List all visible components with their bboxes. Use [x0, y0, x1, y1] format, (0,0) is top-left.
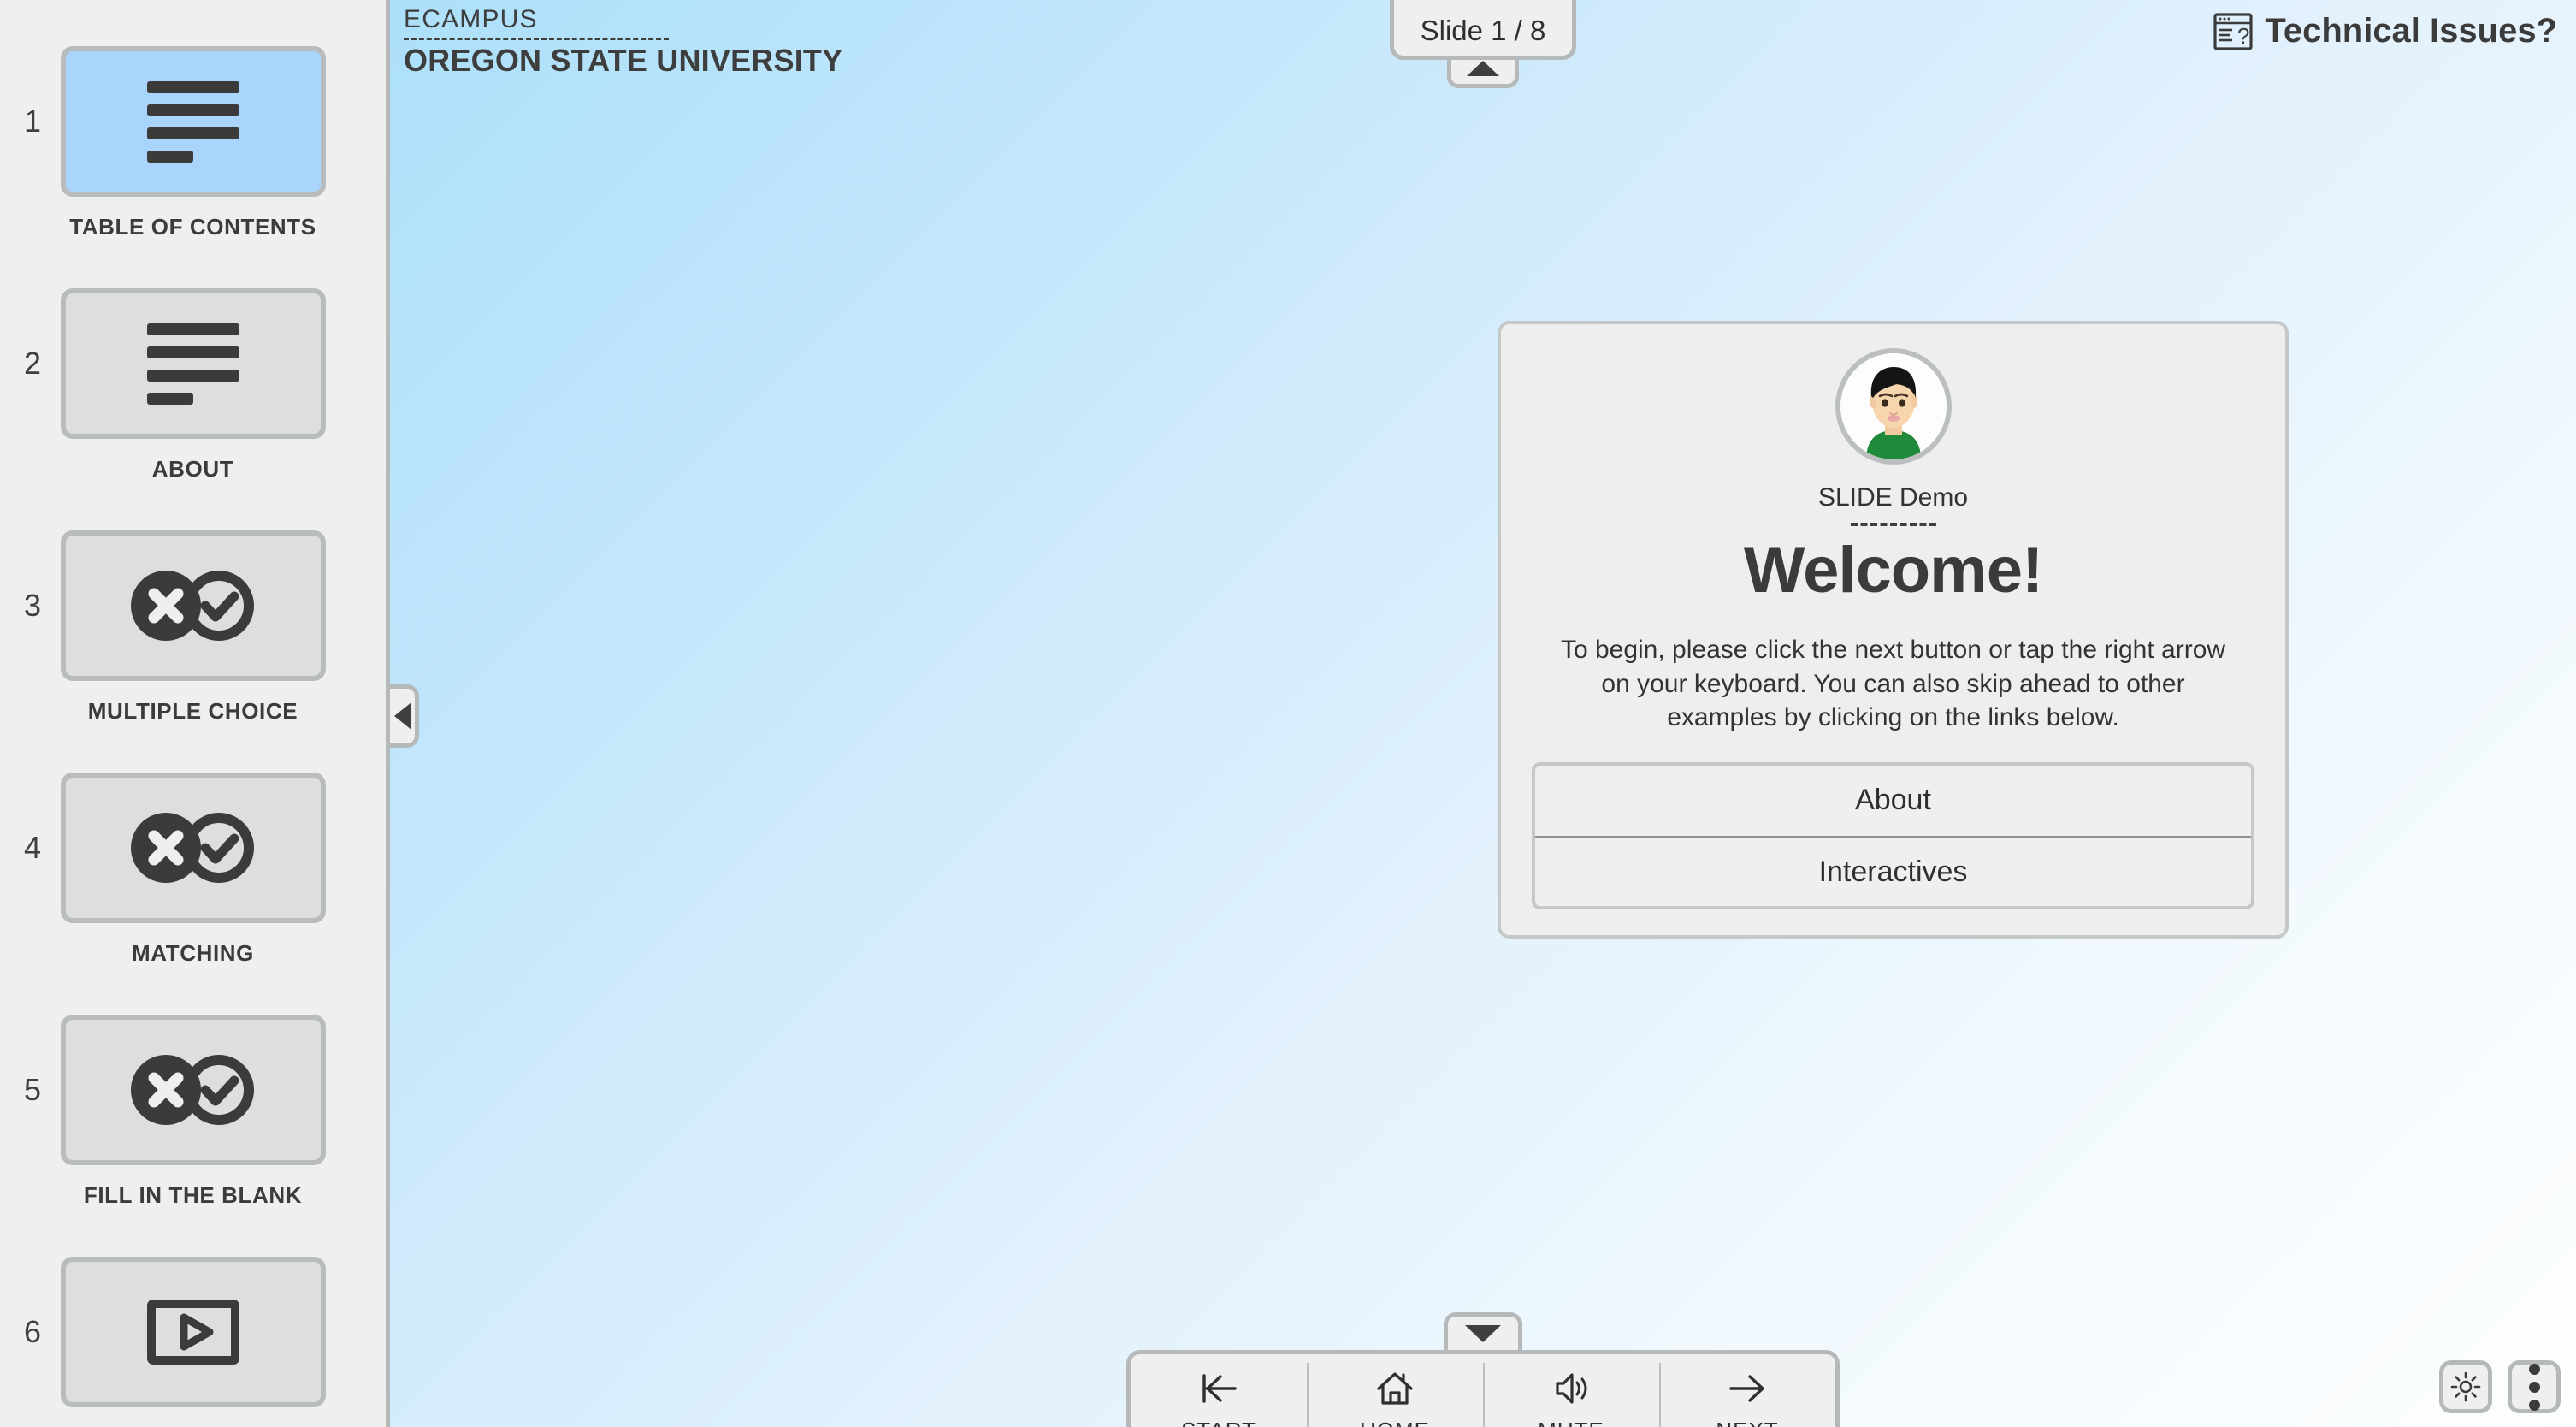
sun-brightness-icon	[2450, 1371, 2481, 1402]
osu-ecampus-logo: ECAMPUS OREGON STATE UNIVERSITY	[404, 5, 842, 79]
slide-thumbnail[interactable]	[60, 46, 326, 197]
link-about-button[interactable]: About	[1535, 765, 2251, 836]
slide-thumbnail[interactable]	[60, 530, 326, 681]
slide-counter-label: Slide 1 / 8	[1420, 15, 1546, 46]
home-icon	[1374, 1366, 1415, 1411]
video-play-icon	[146, 1300, 239, 1365]
thumbnail-row: 2	[0, 288, 386, 439]
slide-thumbnail[interactable]	[60, 1257, 326, 1407]
sidebar-item-label: TABLE OF CONTENTS	[69, 214, 316, 240]
sidebar-item-2[interactable]: 2 ABOUT	[0, 288, 386, 483]
home-button-label: HOME	[1360, 1418, 1430, 1427]
technical-issues-label: Technical Issues?	[2265, 12, 2557, 50]
sidebar-item-label: MULTIPLE CHOICE	[87, 698, 298, 724]
start-button-label: START	[1181, 1418, 1256, 1427]
page-title: Welcome!	[1743, 534, 2044, 607]
triangle-down-icon	[1465, 1325, 1501, 1342]
welcome-card: SLIDE Demo Welcome! To begin, please cli…	[1498, 321, 2289, 939]
quiz-x-check-icon	[130, 1055, 254, 1125]
sidebar-collapse-button[interactable]	[390, 684, 419, 748]
list-lines-icon	[146, 80, 239, 163]
slide-number: 4	[24, 830, 42, 865]
slide-thumbnail-sidebar[interactable]: 1 TABLE OF CONTENTS 2 ABOUT 3 MULTIPLE C…	[0, 0, 390, 1427]
triangle-left-icon	[393, 702, 411, 730]
svg-text:?: ?	[2237, 23, 2249, 49]
slide-thumbnail[interactable]	[60, 1015, 326, 1165]
next-button-label: NEXT	[1716, 1418, 1778, 1427]
card-subtitle: SLIDE Demo	[1817, 483, 1969, 512]
sidebar-item-3[interactable]: 3 MULTIPLE CHOICE	[0, 530, 386, 725]
quiz-x-check-icon	[130, 571, 254, 641]
next-button[interactable]: NEXT	[1659, 1354, 1835, 1427]
sidebar-item-4[interactable]: 4 MATCHING	[0, 773, 386, 967]
list-lines-icon	[146, 323, 239, 405]
quiz-x-check-icon	[130, 813, 254, 883]
brand-line-university: OREGON STATE UNIVERSITY	[404, 43, 843, 78]
arrow-right-icon	[1727, 1366, 1768, 1411]
sidebar-item-1[interactable]: 1 TABLE OF CONTENTS	[0, 46, 386, 240]
three-dots-vertical-icon	[2528, 1363, 2540, 1411]
thumbnail-row: 4	[0, 773, 386, 923]
slide-number: 3	[24, 588, 42, 623]
slide-counter-toggle-button[interactable]	[1447, 56, 1519, 88]
sidebar-item-label: ABOUT	[151, 456, 234, 482]
home-button[interactable]: HOME	[1307, 1354, 1483, 1427]
slide-number: 1	[24, 104, 42, 139]
slide-number: 5	[24, 1072, 42, 1107]
navbar: START HOME	[1126, 1350, 1840, 1427]
start-button[interactable]: START	[1131, 1354, 1307, 1427]
slide-stage: ECAMPUS OREGON STATE UNIVERSITY Slide 1 …	[390, 0, 2576, 1427]
quick-links-group: About Interactives	[1532, 761, 2254, 909]
slide-counter: Slide 1 / 8	[1390, 0, 1576, 60]
sidebar-item-6[interactable]: 6	[0, 1257, 386, 1424]
mute-button[interactable]: MUTE	[1483, 1354, 1659, 1427]
player-navigation: START HOME	[1126, 1312, 1840, 1427]
thumbnail-row: 5	[0, 1015, 386, 1165]
card-body-text: To begin, please click the next button o…	[1560, 636, 2226, 732]
app-root: 1 TABLE OF CONTENTS 2 ABOUT 3 MULTIPLE C…	[0, 0, 2576, 1427]
more-options-button[interactable]	[2508, 1360, 2561, 1413]
corner-tools	[2439, 1360, 2561, 1413]
browser-window-question-icon: ?	[2213, 12, 2253, 50]
brand-line-ecampus: ECAMPUS	[404, 5, 538, 33]
triangle-up-icon	[1467, 60, 1499, 76]
sidebar-item-5[interactable]: 5 FILL IN THE BLANK	[0, 1015, 386, 1209]
skip-to-start-icon	[1198, 1366, 1239, 1411]
brand-divider	[404, 38, 669, 40]
link-interactives-button[interactable]: Interactives	[1535, 835, 2251, 906]
sidebar-item-label: FILL IN THE BLANK	[83, 1182, 303, 1208]
speaker-volume-icon	[1551, 1366, 1592, 1411]
slide-thumbnail[interactable]	[60, 773, 326, 923]
mute-button-label: MUTE	[1538, 1418, 1604, 1427]
thumbnail-row: 3	[0, 530, 386, 681]
brightness-button[interactable]	[2439, 1360, 2492, 1413]
slide-thumbnail[interactable]	[60, 288, 326, 439]
technical-issues-button[interactable]: ? Technical Issues?	[2213, 12, 2557, 50]
card-divider	[1850, 523, 1936, 526]
thumbnail-row: 6	[0, 1257, 386, 1407]
person-avatar-icon	[1835, 348, 1952, 465]
slide-number: 6	[24, 1314, 42, 1349]
sidebar-item-label: MATCHING	[132, 940, 254, 966]
thumbnail-row: 1	[0, 46, 386, 197]
slide-number: 2	[24, 346, 42, 381]
